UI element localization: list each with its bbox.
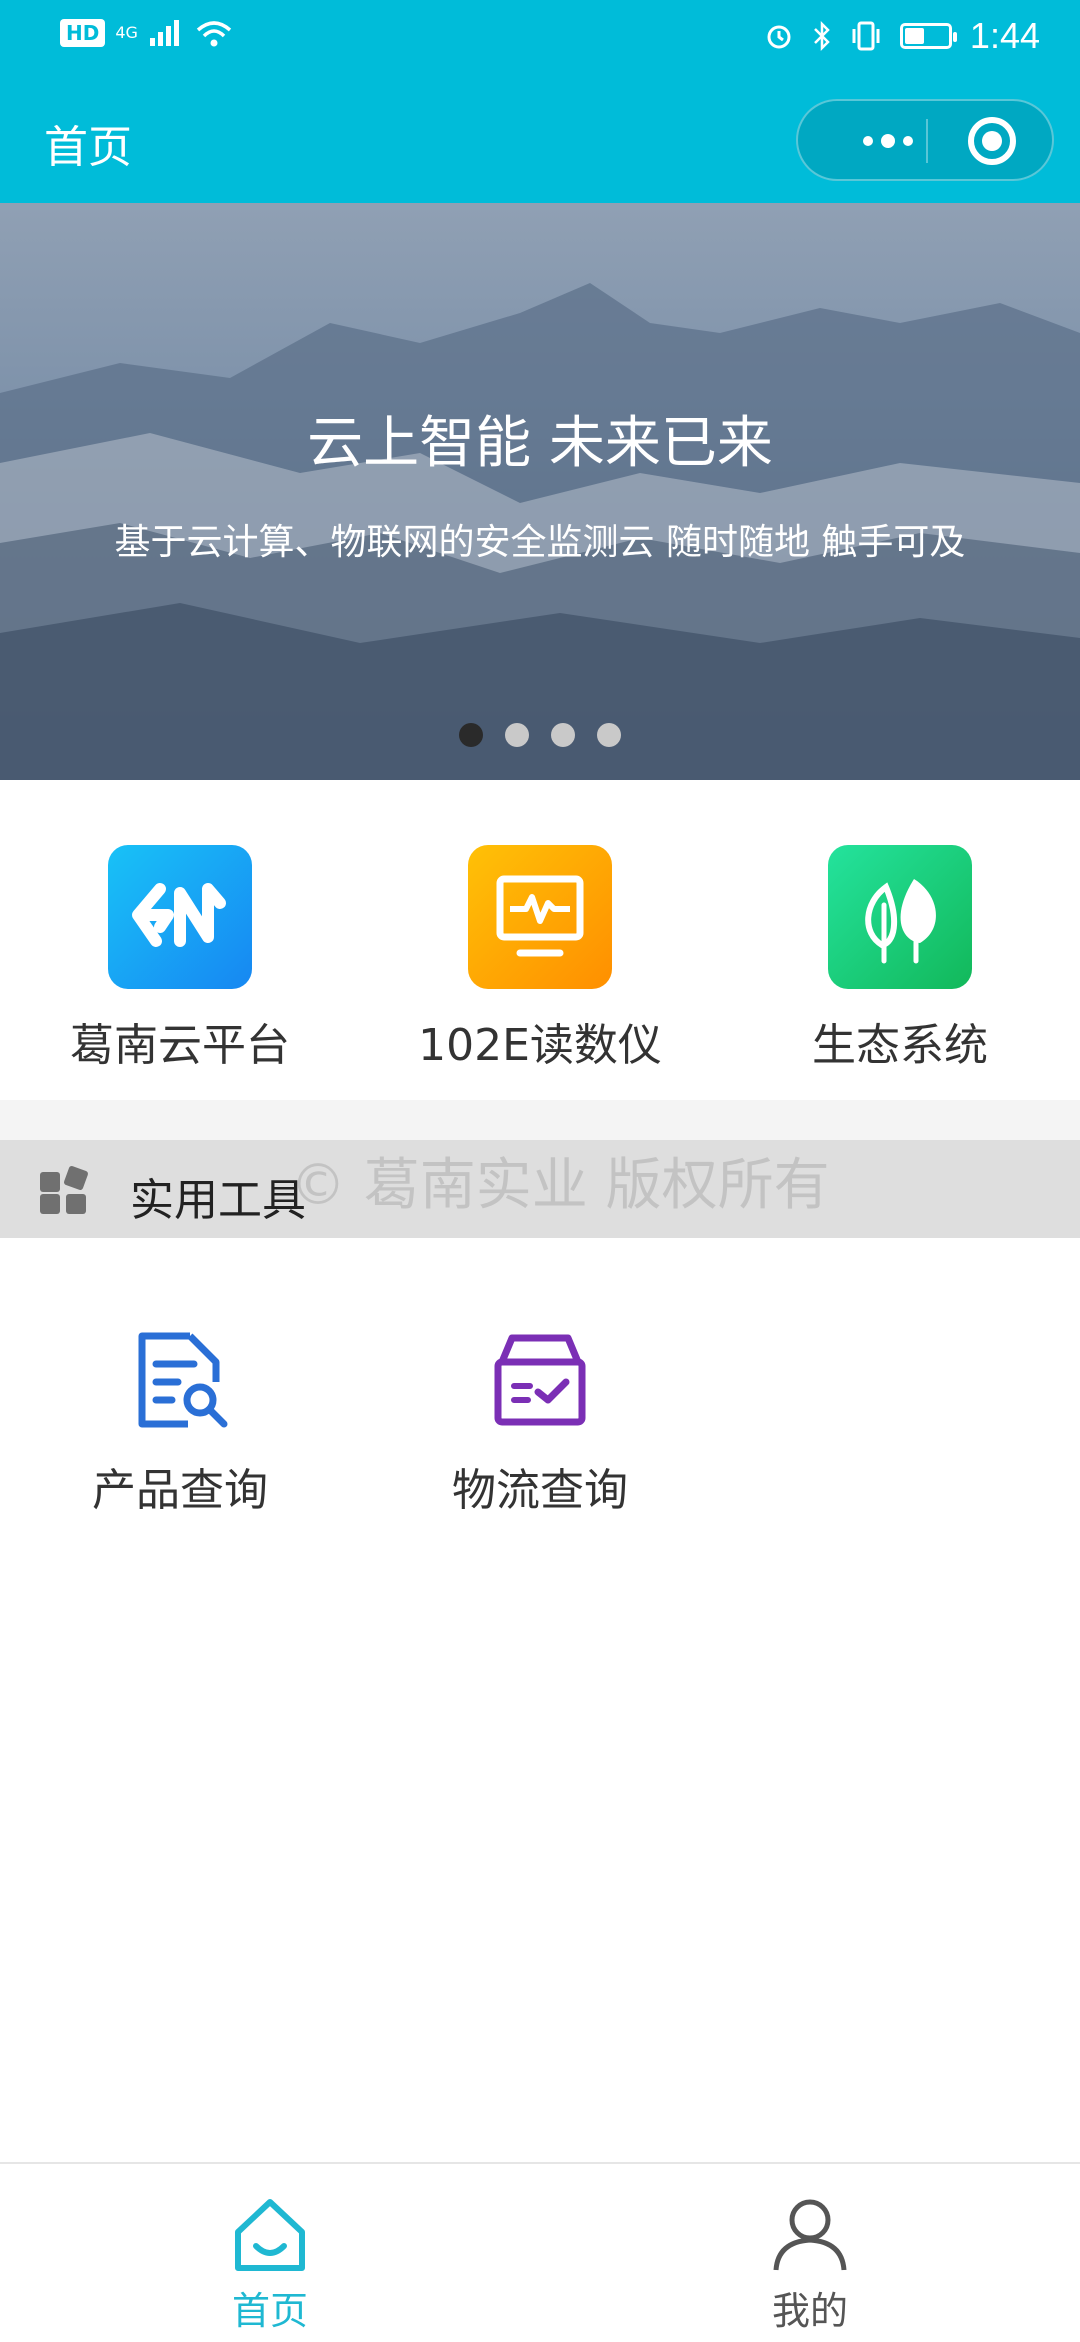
network-type: 4G — [115, 23, 138, 42]
tool-logistics-query[interactable]: 物流查询 — [360, 1328, 720, 1518]
tool-product-query[interactable]: 产品查询 — [0, 1328, 360, 1518]
tab-label: 我的 — [771, 2289, 848, 2333]
tab-label: 首页 — [231, 2289, 308, 2333]
capsule-divider — [926, 119, 928, 163]
grid-icon — [40, 1165, 89, 1216]
app-gn-cloud[interactable]: 葛南云平台 — [0, 845, 360, 1073]
status-left: HD 4G — [60, 18, 234, 48]
nav-bar: 首页 — [0, 75, 1080, 203]
banner-title: 云上智能 未来已来 — [307, 411, 773, 476]
alarm-icon — [767, 25, 791, 49]
user-icon — [770, 2194, 850, 2274]
document-search-icon — [128, 1328, 232, 1432]
battery-icon — [899, 23, 957, 49]
carousel-dot[interactable] — [551, 723, 575, 747]
clock: 1:44 — [969, 15, 1040, 56]
carousel-dot[interactable] — [597, 723, 621, 747]
tab-profile[interactable]: 我的 — [540, 2194, 1080, 2335]
app-ecosystem[interactable]: 生态系统 — [720, 845, 1080, 1073]
carousel-indicators — [0, 723, 1080, 747]
tool-label: 物流查询 — [452, 1465, 628, 1516]
section-title: 实用工具 — [130, 1175, 306, 1226]
leaf-icon — [828, 845, 972, 989]
tab-bar: 首页 我的 — [0, 2162, 1080, 2342]
gn-logo-icon — [108, 845, 252, 989]
carousel-dot[interactable] — [505, 723, 529, 747]
more-button[interactable] — [838, 121, 938, 161]
status-right: 1:44 — [764, 15, 1040, 57]
monitor-pulse-icon — [468, 845, 612, 989]
wifi-icon — [196, 21, 232, 47]
hd-badge: HD — [60, 19, 106, 47]
tool-label: 产品查询 — [92, 1465, 268, 1516]
status-bar: HD 4G 1:44 — [0, 0, 1080, 75]
bluetooth-icon — [814, 20, 830, 52]
mini-program-capsule — [796, 99, 1054, 181]
tab-home[interactable]: 首页 — [0, 2194, 540, 2335]
signal-icon — [149, 20, 179, 46]
app-label: 葛南云平台 — [70, 1020, 290, 1071]
home-icon — [230, 2194, 310, 2274]
mountain-scene-image — [0, 283, 1080, 780]
tools-grid: 产品查询 物流查询 — [0, 1238, 1080, 1538]
app-102e-reader[interactable]: 102E读数仪 — [360, 845, 720, 1073]
close-target-button[interactable] — [968, 117, 1016, 165]
vibrate-icon — [852, 21, 880, 51]
section-spacer — [0, 1100, 1080, 1140]
copyright-watermark: © 葛南实业 版权所有 — [290, 1153, 830, 1218]
page-title: 首页 — [44, 122, 132, 173]
banner-subtitle: 基于云计算、物联网的安全监测云 随时随地 触手可及 — [114, 522, 966, 563]
box-check-icon — [488, 1328, 592, 1432]
app-label: 102E读数仪 — [418, 1020, 662, 1071]
banner-carousel[interactable]: 云上智能 未来已来 基于云计算、物联网的安全监测云 随时随地 触手可及 — [0, 203, 1080, 780]
carousel-dot[interactable] — [459, 723, 483, 747]
quick-apps: 葛南云平台 102E读数仪 生态系统 — [0, 780, 1080, 1100]
app-label: 生态系统 — [812, 1020, 988, 1071]
